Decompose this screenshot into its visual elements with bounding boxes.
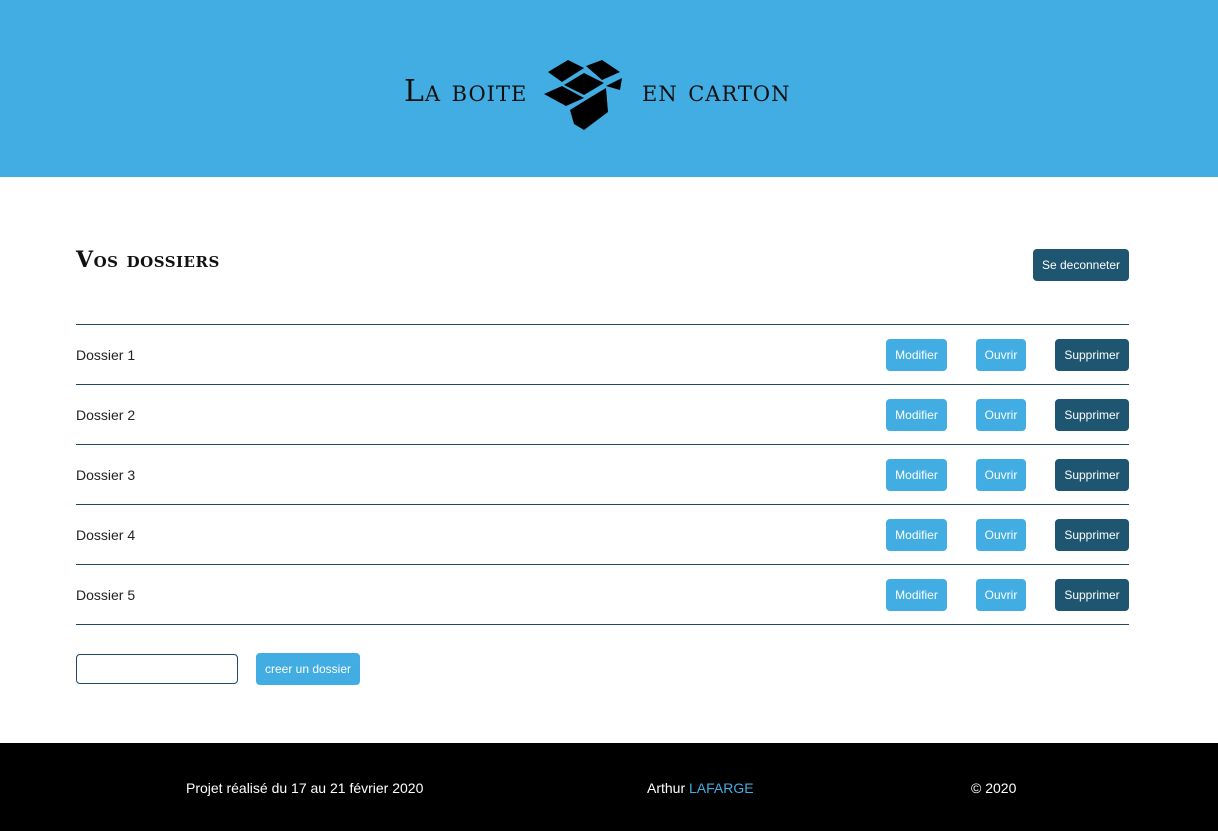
brand-text-right: en carton [642, 74, 791, 109]
delete-button[interactable]: Supprimer [1055, 459, 1129, 491]
main-content: Vos dossiers Se deconneter Dossier 1 Mod… [0, 177, 1218, 743]
folder-row: Dossier 1 Modifier Ouvrir Supprimer [76, 325, 1129, 385]
new-folder-name-input[interactable] [76, 654, 238, 684]
delete-button[interactable]: Supprimer [1055, 579, 1129, 611]
folder-name: Dossier 3 [76, 467, 136, 483]
folder-row: Dossier 3 Modifier Ouvrir Supprimer [76, 445, 1129, 505]
open-button[interactable]: Ouvrir [976, 399, 1026, 431]
page-title: Vos dossiers [76, 247, 220, 273]
open-button[interactable]: Ouvrir [976, 519, 1026, 551]
folder-row: Dossier 5 Modifier Ouvrir Supprimer [76, 565, 1129, 625]
folder-name: Dossier 1 [76, 347, 136, 363]
create-folder-button[interactable]: creer un dossier [256, 653, 360, 685]
modify-button[interactable]: Modifier [886, 459, 947, 491]
folder-name: Dossier 2 [76, 407, 136, 423]
open-button[interactable]: Ouvrir [976, 579, 1026, 611]
modify-button[interactable]: Modifier [886, 519, 947, 551]
folder-row: Dossier 2 Modifier Ouvrir Supprimer [76, 385, 1129, 445]
folder-name: Dossier 5 [76, 587, 136, 603]
open-box-icon [544, 60, 622, 130]
folder-row: Dossier 4 Modifier Ouvrir Supprimer [76, 505, 1129, 565]
site-header: La boite en carton [0, 0, 1218, 177]
site-footer: Projet réalisé du 17 au 21 février 2020 … [0, 743, 1218, 831]
author-first-name: Arthur [647, 780, 686, 796]
copyright-text: © 2020 [971, 780, 1017, 796]
logout-button[interactable]: Se deconneter [1033, 249, 1129, 281]
modify-button[interactable]: Modifier [886, 579, 947, 611]
delete-button[interactable]: Supprimer [1055, 519, 1129, 551]
open-button[interactable]: Ouvrir [976, 459, 1026, 491]
open-button[interactable]: Ouvrir [976, 339, 1026, 371]
author-credit: Arthur LAFARGE [647, 780, 754, 796]
author-last-name-link[interactable]: LAFARGE [689, 780, 754, 796]
folder-name: Dossier 4 [76, 527, 136, 543]
modify-button[interactable]: Modifier [886, 399, 947, 431]
folder-list: Dossier 1 Modifier Ouvrir Supprimer Doss… [76, 324, 1129, 625]
brand-text-left: La boite [404, 74, 528, 109]
modify-button[interactable]: Modifier [886, 339, 947, 371]
project-dates-text: Projet réalisé du 17 au 21 février 2020 [186, 780, 424, 796]
delete-button[interactable]: Supprimer [1055, 399, 1129, 431]
delete-button[interactable]: Supprimer [1055, 339, 1129, 371]
